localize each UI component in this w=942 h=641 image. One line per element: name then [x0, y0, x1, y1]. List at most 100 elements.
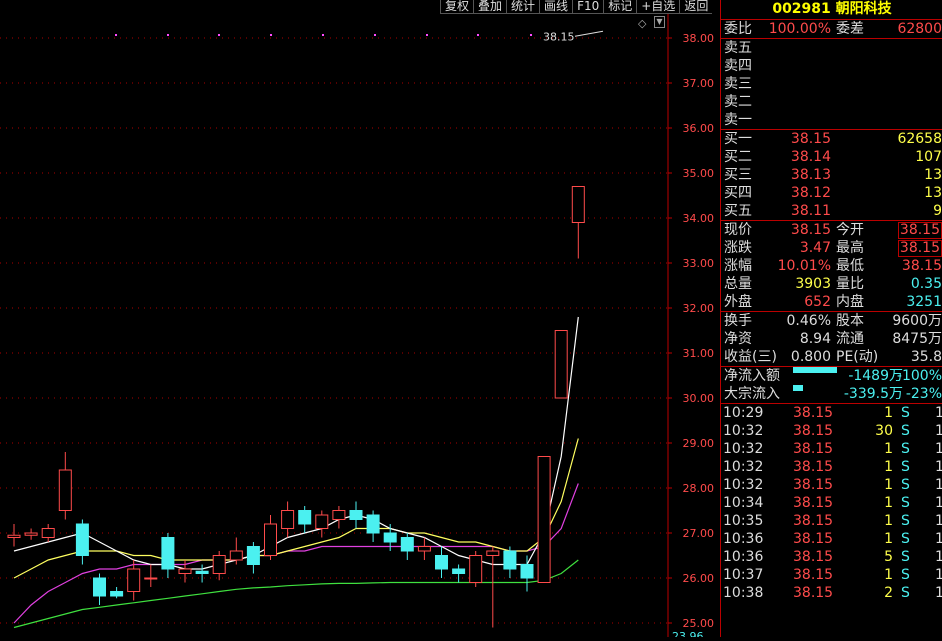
- trade-price: 38.15: [793, 567, 834, 583]
- trade-time: 10:29: [723, 405, 764, 421]
- trade-count: 1: [935, 585, 942, 601]
- weibi-row: 委比 100.00% 委差 62800: [721, 20, 942, 38]
- trade-price: 38.15: [793, 459, 834, 475]
- candle-body: [127, 568, 141, 592]
- fund-label: 收益(三): [724, 349, 777, 365]
- ask-row: 卖四: [721, 57, 942, 75]
- flow-bar: [793, 385, 803, 391]
- toolbar-button[interactable]: 统计: [506, 0, 540, 14]
- quote-row: 现价 38.15 今开 38.15: [721, 221, 942, 239]
- trade-side: S: [901, 585, 910, 601]
- trade-side: S: [901, 405, 910, 421]
- quote-value: 38.15: [790, 222, 831, 238]
- bottom-price-label: 23.96: [672, 630, 704, 637]
- stock-title: 002981 朝阳科技: [721, 0, 942, 20]
- quote-label: 总量: [724, 276, 752, 292]
- flow-row: 大宗流入 -339.5万 -23%: [721, 385, 942, 403]
- bid-volume: 62658: [897, 131, 942, 147]
- fund-label: 换手: [724, 313, 752, 329]
- quote-row: 外盘 652 内盘 3251: [721, 293, 942, 311]
- trade-row[interactable]: 10:32 38.15 1 S 1: [721, 476, 942, 494]
- quote-value-2: 3251: [906, 294, 942, 310]
- candle-body: [298, 510, 312, 525]
- y-tick-label: 33.00: [683, 257, 715, 270]
- y-tick-label: 30.00: [683, 392, 715, 405]
- candle-body: [75, 523, 89, 556]
- toolbar-button[interactable]: F10: [572, 0, 604, 14]
- fund-label: 净资: [724, 331, 752, 347]
- toolbar-button[interactable]: 画线: [539, 0, 573, 14]
- trade-count: 1: [935, 495, 942, 511]
- trade-volume: 1: [884, 477, 893, 493]
- fund-value-2: 9600万: [892, 313, 942, 329]
- diamond-icon[interactable]: ◇: [638, 17, 646, 30]
- quote-label: 涨幅: [724, 258, 752, 274]
- trade-price: 38.15: [793, 405, 834, 421]
- candle-body: [110, 591, 124, 597]
- trade-volume: 1: [884, 459, 893, 475]
- weicha-value: 62800: [897, 21, 942, 37]
- trade-row[interactable]: 10:36 38.15 1 S 1: [721, 530, 942, 548]
- quote-stats: 现价 38.15 今开 38.15 涨跌 3.47 最高 38.15 涨幅 10.01% 最低 38.…: [721, 220, 942, 311]
- toolbar-button[interactable]: 返回: [679, 0, 713, 14]
- trade-row[interactable]: 10:36 38.15 5 S 1: [721, 548, 942, 566]
- flow-value: -339.5万: [843, 386, 903, 402]
- ask-row: 卖二: [721, 93, 942, 111]
- trade-volume: 2: [884, 585, 893, 601]
- chart-toolbar: 复权 叠加 统计 画线 F10 标记 +自选 返回: [440, 0, 713, 14]
- kline-chart-area[interactable]: 38.00 37.00 36.00 35.00 34.00 33.00 32.00 31.00…: [0, 0, 720, 641]
- candle-body: [315, 514, 329, 529]
- y-tick-label: 35.00: [683, 167, 715, 180]
- bid-row: 买二 38.14 107: [721, 148, 942, 166]
- candle-body: [554, 330, 568, 399]
- candle-body: [161, 537, 175, 570]
- marker-dot: [477, 34, 479, 36]
- candle-body: [212, 555, 226, 574]
- money-flow: 净流入额 -1489万 -100% 大宗流入 -339.5万 -23%: [721, 366, 942, 403]
- trade-volume: 1: [884, 567, 893, 583]
- trade-time: 10:35: [723, 513, 764, 529]
- quote-row: 涨幅 10.01% 最低 38.15: [721, 257, 942, 275]
- kline-chart[interactable]: 38.00 37.00 36.00 35.00 34.00 33.00 32.00 31.00…: [0, 0, 720, 641]
- bid-price: 38.12: [790, 185, 831, 201]
- trade-row[interactable]: 10:37 38.15 1 S 1: [721, 566, 942, 584]
- marker-dot: [270, 34, 272, 36]
- trade-row[interactable]: 10:32 38.15 30 S 1: [721, 422, 942, 440]
- fund-row: 收益(三) 0.800 PE(动) 35.8: [721, 348, 942, 366]
- trade-row[interactable]: 10:34 38.15 1 S 1: [721, 494, 942, 512]
- marker-dot: [167, 34, 169, 36]
- toolbar-button[interactable]: 复权: [440, 0, 474, 14]
- tick-trades[interactable]: 10:29 38.15 1 S 1 10:32 38.15 30 S 1 10:32 38.15 1 S 1…: [721, 403, 942, 602]
- trade-volume: 1: [884, 513, 893, 529]
- trade-row[interactable]: 10:32 38.15 1 S 1: [721, 458, 942, 476]
- chevron-down-icon[interactable]: ▼: [654, 16, 665, 28]
- toolbar-button[interactable]: +自选: [636, 0, 680, 14]
- flow-row: 净流入额 -1489万 -100%: [721, 367, 942, 385]
- bid-price: 38.15: [790, 131, 831, 147]
- quote-value-2: 38.15: [897, 240, 942, 257]
- candle-body: [281, 510, 295, 529]
- y-tick-label: 31.00: [683, 347, 715, 360]
- trade-row[interactable]: 10:32 38.15 1 S 1: [721, 440, 942, 458]
- candle-body: [435, 555, 448, 570]
- trade-volume: 30: [875, 423, 893, 439]
- trade-row[interactable]: 10:35 38.15 1 S 1: [721, 512, 942, 530]
- candle-body: [178, 568, 192, 574]
- trade-volume: 1: [884, 531, 893, 547]
- weibi-label: 委比: [724, 21, 752, 37]
- toolbar-button[interactable]: 标记: [603, 0, 637, 14]
- trade-time: 10:38: [723, 585, 764, 601]
- quote-label: 外盘: [724, 294, 752, 310]
- trade-side: S: [901, 531, 910, 547]
- trade-time: 10:32: [723, 423, 764, 439]
- bid-volume: 107: [915, 149, 942, 165]
- toolbar-button[interactable]: 叠加: [473, 0, 507, 14]
- trade-row[interactable]: 10:38 38.15 2 S 1: [721, 584, 942, 602]
- trade-price: 38.15: [793, 585, 834, 601]
- trade-time: 10:34: [723, 495, 764, 511]
- trade-side: S: [901, 423, 910, 439]
- ask-levels: 卖五 卖四 卖三 卖二 卖一: [721, 38, 942, 129]
- candle-body: [24, 532, 38, 536]
- trade-row[interactable]: 10:29 38.15 1 S 1: [721, 404, 942, 422]
- y-tick-label: 37.00: [683, 77, 715, 90]
